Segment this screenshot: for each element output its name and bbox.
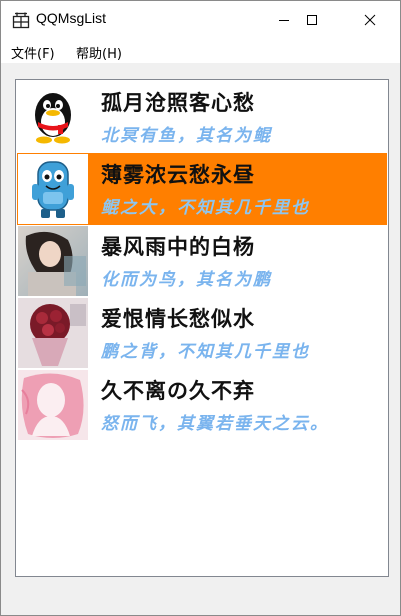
contact-name: 久不离の久不弃 (101, 378, 255, 403)
list-item[interactable]: 暴风雨中的白杨 化而为鸟，其名为鹏 (17, 225, 387, 297)
maximize-button[interactable] (289, 1, 335, 39)
blue-character-avatar (18, 154, 88, 224)
menu-bar: 文件(F) 帮助(H) (1, 39, 400, 63)
contact-signature: 怒而飞，其翼若垂天之云。 (101, 414, 329, 434)
close-icon (364, 14, 376, 26)
maximize-icon (307, 15, 317, 25)
contact-name: 暴风雨中的白杨 (101, 234, 255, 259)
list-item-selected[interactable]: 薄雾浓云愁永昼 鲲之大，不知其几千里也 (17, 153, 387, 225)
app-grid-icon (12, 12, 30, 29)
menu-help[interactable]: 帮助(H) (76, 43, 122, 62)
contact-name: 爱恨情长愁似水 (101, 306, 255, 331)
close-button[interactable] (347, 1, 393, 39)
flowers-photo-avatar (18, 298, 88, 368)
pink-silhouette-avatar (18, 370, 88, 440)
app-window: QQMsgList 文件(F) 帮助(H) 孤月沧照客心愁 北冥有鱼，其名为鲲 … (0, 0, 401, 616)
contact-signature: 鹏之背，不知其几千里也 (101, 342, 310, 362)
friend-list[interactable]: 孤月沧照客心愁 北冥有鱼，其名为鲲 薄雾浓云愁永昼 鲲之大，不知其几千里也 暴风… (15, 79, 389, 577)
menu-file[interactable]: 文件(F) (11, 43, 55, 62)
list-item[interactable]: 久不离の久不弃 怒而飞，其翼若垂天之云。 (17, 369, 387, 441)
penguin-avatar (18, 82, 88, 152)
title-bar[interactable]: QQMsgList (1, 1, 400, 39)
list-item[interactable]: 孤月沧照客心愁 北冥有鱼，其名为鲲 (17, 81, 387, 153)
window-title: QQMsgList (36, 10, 107, 26)
contact-signature: 北冥有鱼，其名为鲲 (101, 126, 272, 146)
contact-signature: 化而为鸟，其名为鹏 (101, 270, 272, 290)
girl-photo-avatar (18, 226, 88, 296)
contact-name: 孤月沧照客心愁 (101, 90, 255, 115)
contact-signature: 鲲之大，不知其几千里也 (101, 198, 310, 218)
contact-name: 薄雾浓云愁永昼 (101, 162, 255, 187)
list-item[interactable]: 爱恨情长愁似水 鹏之背，不知其几千里也 (17, 297, 387, 369)
